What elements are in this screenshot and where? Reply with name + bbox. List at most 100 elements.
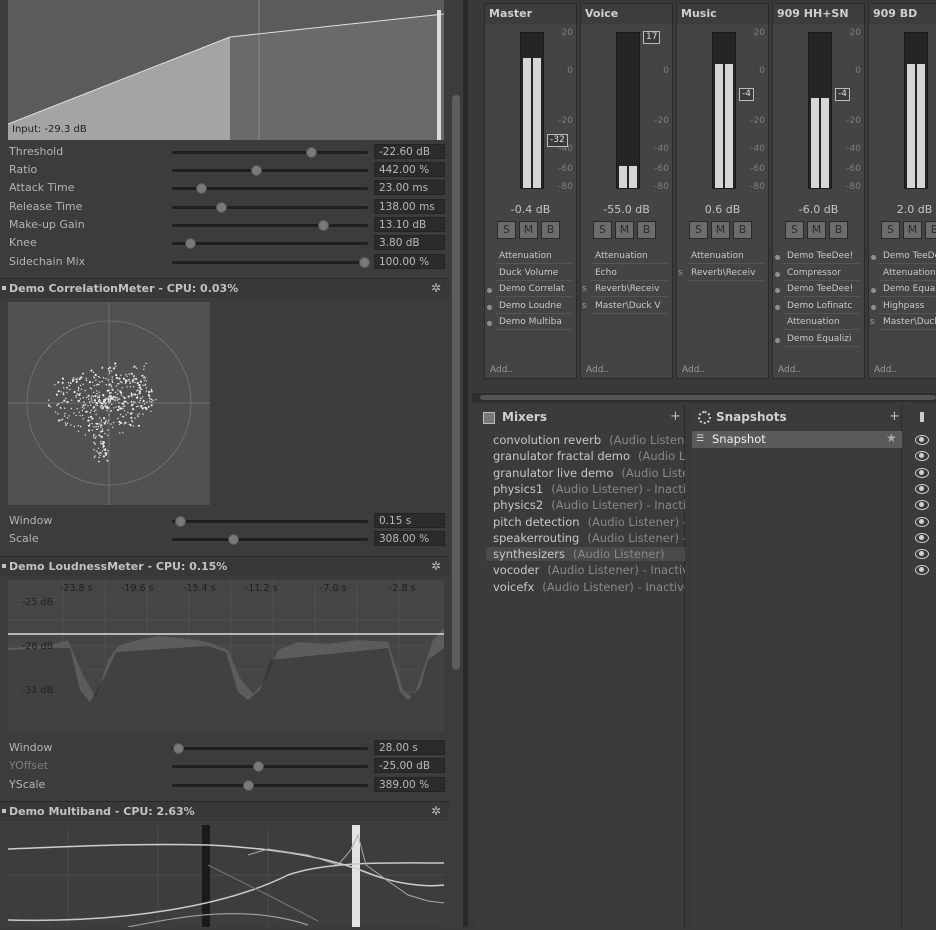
attenuation-tag[interactable]: -32 — [547, 134, 568, 147]
effect-slot[interactable]: Echo — [591, 268, 667, 281]
correlation-meter-header[interactable]: Demo CorrelationMeter - CPU: 0.03% ✲ — [0, 278, 449, 298]
strip-name[interactable]: 909 HH+SN — [773, 4, 864, 24]
bypass-button[interactable]: B — [733, 221, 752, 239]
ratio-slider[interactable] — [172, 165, 368, 176]
loudness-meter-header[interactable]: Demo LoudnessMeter - CPU: 0.15% ✲ — [0, 556, 449, 576]
attack-time-slider[interactable] — [172, 183, 368, 194]
effect-slot[interactable]: Attenuation — [591, 251, 667, 264]
effect-slot[interactable]: Attenuation — [687, 251, 763, 264]
bypass-button[interactable]: B — [829, 221, 848, 239]
attenuation-tag[interactable]: -4 — [835, 88, 850, 101]
slider-knob[interactable] — [184, 238, 196, 249]
release-time-field[interactable]: 138.00 ms — [374, 199, 445, 214]
mute-button[interactable]: M — [903, 221, 922, 239]
effect-slot[interactable]: Master\Duck s — [870, 317, 936, 330]
mixer-row[interactable]: physics1 (Audio Listener) - Inacti — [493, 482, 685, 496]
effect-slot[interactable]: Attenuation — [879, 268, 936, 281]
effect-slot[interactable]: Demo Equal — [871, 284, 936, 297]
solo-button[interactable]: S — [785, 221, 804, 239]
solo-button[interactable]: S — [497, 221, 516, 239]
slider-knob[interactable] — [196, 183, 208, 194]
sidechain-mix-slider[interactable] — [172, 257, 371, 268]
window-field[interactable]: 0.15 s — [374, 513, 445, 528]
threshold-field[interactable]: -22.60 dB — [374, 144, 445, 159]
mixer-row[interactable]: granulator live demo (Audio Liste — [493, 466, 685, 480]
slider-knob[interactable] — [251, 165, 263, 176]
add-mixer-button[interactable]: + — [670, 409, 681, 424]
yscale-slider[interactable] — [172, 780, 368, 791]
ratio-field[interactable]: 442.00 % — [374, 162, 445, 177]
slider-knob[interactable] — [172, 743, 184, 754]
solo-button[interactable]: S — [689, 221, 708, 239]
effect-slot[interactable]: Highpass — [871, 301, 936, 314]
eye-icon[interactable] — [915, 483, 929, 494]
effect-slot[interactable]: Demo Correlat — [487, 284, 571, 297]
channel-strip[interactable]: 909 BD2.0 dB200-20-40-60-80SMBDemo TeeDe… — [868, 3, 936, 379]
level-meter[interactable] — [712, 32, 736, 189]
strip-name[interactable]: Voice — [581, 4, 672, 24]
level-meter[interactable] — [904, 32, 928, 189]
yoffset-field[interactable]: -25.00 dB — [374, 758, 445, 773]
mute-button[interactable]: M — [519, 221, 538, 239]
add-snapshot-button[interactable]: + — [889, 409, 900, 424]
add-effect-button[interactable]: Add.. — [586, 365, 609, 375]
attenuation-tag[interactable]: 17 — [643, 31, 661, 44]
add-effect-button[interactable]: Add.. — [490, 365, 513, 375]
window-slider[interactable] — [172, 516, 368, 527]
level-meter[interactable] — [520, 32, 544, 189]
slider-knob[interactable] — [174, 516, 186, 527]
gear-icon[interactable]: ✲ — [431, 804, 441, 818]
channel-strip[interactable]: 909 HH+SN -6.0 dB 20 0 -20 -40 -60 -80 -4 S M B Demo… — [772, 3, 865, 379]
effect-slot[interactable]: Attenuation — [495, 251, 571, 264]
slider-knob[interactable] — [306, 147, 318, 158]
add-effect-button[interactable]: Add.. — [874, 365, 897, 375]
knee-slider[interactable] — [172, 238, 368, 249]
sidechain-mix-field[interactable]: 100.00 % — [374, 254, 445, 269]
effect-slot[interactable]: Reverb\Receiv s — [582, 284, 667, 297]
eye-icon[interactable] — [915, 467, 929, 478]
mixer-row[interactable]: convolution reverb (Audio Listen — [493, 433, 685, 447]
strip-name[interactable]: Music — [677, 4, 768, 24]
effect-slot[interactable]: Master\Duck V s — [582, 301, 667, 314]
solo-button[interactable]: S — [593, 221, 612, 239]
effect-slot[interactable]: Demo Loudne — [487, 301, 571, 314]
effect-slot[interactable]: Demo TeeDee — [871, 251, 936, 264]
effect-slot[interactable]: Duck Volume — [495, 268, 571, 281]
slider-knob[interactable] — [317, 220, 329, 231]
effect-slot[interactable]: Demo Equalizi — [775, 334, 859, 347]
channel-strip[interactable]: Voice -55.0 dB 0 -20 -40 -60 -80 17 S M B Attenuati… — [580, 3, 673, 379]
mixer-row[interactable]: synthesizers (Audio Listener) — [486, 547, 685, 562]
star-icon[interactable]: ★ — [886, 431, 897, 445]
slider-knob[interactable] — [216, 202, 227, 213]
level-meter[interactable] — [808, 32, 832, 189]
slider-knob[interactable] — [227, 534, 239, 545]
mixer-row[interactable]: voicefx (Audio Listener) - Inactive — [493, 580, 685, 594]
mute-button[interactable]: M — [711, 221, 730, 239]
eye-icon[interactable] — [915, 435, 929, 445]
makeup-gain-field[interactable]: 13.10 dB — [374, 217, 445, 232]
bypass-button[interactable]: B — [541, 221, 560, 239]
yscale-field[interactable]: 389.00 % — [374, 777, 445, 792]
add-effect-button[interactable]: Add.. — [682, 365, 705, 375]
solo-button[interactable]: S — [881, 221, 900, 239]
knee-field[interactable]: 3.80 dB — [374, 235, 445, 250]
slider-knob[interactable] — [359, 257, 371, 268]
strip-name[interactable]: 909 BD — [869, 4, 936, 24]
mixer-row[interactable]: physics2 (Audio Listener) - Inacti — [493, 498, 685, 512]
inspector-scrollbar[interactable] — [452, 95, 460, 670]
attack-time-field[interactable]: 23.00 ms — [374, 180, 445, 195]
gear-icon[interactable]: ✲ — [431, 281, 441, 295]
horizontal-scrollbar[interactable] — [472, 393, 936, 402]
channel-strip[interactable]: Music 0.6 dB 20 0 -20 -40 -60 -80 -4 S M B Attenuati… — [676, 3, 769, 379]
yoffset-slider[interactable] — [172, 761, 368, 772]
window-field[interactable]: 28.00 s — [374, 740, 445, 755]
effect-slot[interactable]: Demo TeeDee! — [775, 284, 859, 297]
bypass-button[interactable]: B — [637, 221, 656, 239]
mixer-row[interactable]: speakerrouting (Audio Listener) - — [493, 531, 685, 545]
scroll-thumb[interactable] — [480, 395, 936, 400]
slider-knob[interactable] — [243, 780, 255, 791]
effect-slot[interactable]: Demo TeeDee! — [775, 251, 859, 264]
scale-slider[interactable] — [172, 534, 368, 545]
eye-icon[interactable] — [915, 532, 929, 543]
level-meter[interactable] — [616, 32, 640, 189]
